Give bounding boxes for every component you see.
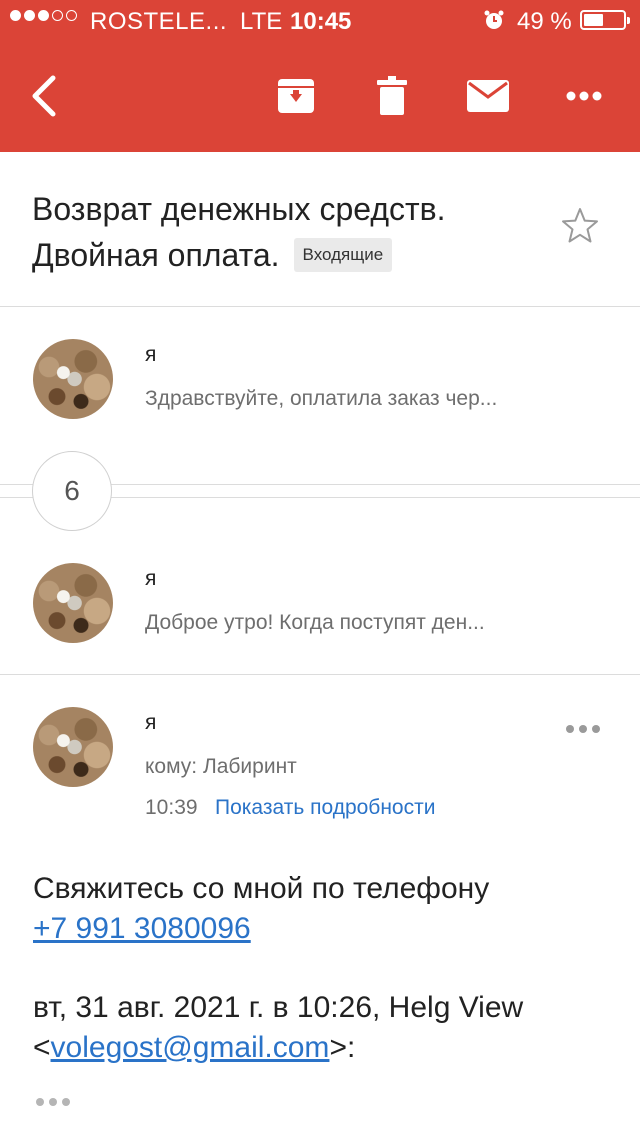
star-icon <box>562 208 598 243</box>
avatar <box>33 707 113 787</box>
battery-percentage: 49 % <box>517 8 572 35</box>
divider <box>0 306 640 307</box>
avatar <box>33 563 113 643</box>
back-icon <box>32 75 56 117</box>
show-details-link[interactable]: Показать подробности <box>215 796 435 820</box>
recipient-text: кому: Лабиринт <box>145 755 297 778</box>
collapsed-messages-count[interactable]: 6 <box>32 451 112 531</box>
body-line: Свяжитесь со мной по телефону <box>33 872 490 905</box>
message-body: Свяжитесь со мной по телефону +7 991 308… <box>33 869 623 949</box>
more-icon <box>566 725 574 733</box>
network-type: LTE <box>240 8 283 35</box>
trash-icon <box>377 76 407 115</box>
message-sender: я <box>145 343 157 366</box>
divider <box>0 674 640 675</box>
message-snippet: Доброе утро! Когда поступят ден... <box>145 611 485 634</box>
message-snippet: Здравствуйте, оплатила заказ чер... <box>145 387 498 410</box>
message-sender: я <box>145 567 157 590</box>
quote-email-prefix: < <box>33 1031 51 1064</box>
back-button[interactable] <box>14 70 74 122</box>
mark-unread-button[interactable] <box>458 70 518 122</box>
quote-header: вт, 31 авг. 2021 г. в 10:26, Helg View <… <box>33 988 623 1068</box>
quote-email-suffix: >: <box>329 1031 356 1064</box>
message-sender: я <box>145 711 157 734</box>
alarm-icon <box>483 9 505 38</box>
carrier-name: ROSTELE... <box>90 8 228 35</box>
archive-button[interactable] <box>266 70 326 122</box>
app-toolbar: ROSTELE... LTE 10:45 49 % <box>0 0 640 152</box>
status-bar: ROSTELE... LTE 10:45 49 % <box>0 0 640 40</box>
phone-link[interactable]: +7 991 3080096 <box>33 912 251 945</box>
inbox-label-chip[interactable]: Входящие <box>293 237 393 272</box>
thread-subject: Возврат денежных средств. Двойная оплата… <box>32 186 552 278</box>
signal-strength-icon <box>10 10 77 21</box>
avatar <box>33 339 113 419</box>
delete-button[interactable] <box>362 70 422 122</box>
ellipsis-icon <box>36 1098 44 1106</box>
star-button[interactable] <box>560 206 608 254</box>
more-icon <box>566 91 602 101</box>
message-time: 10:39 <box>145 796 198 819</box>
quote-header-line: вт, 31 авг. 2021 г. в 10:26, Helg View <box>33 991 524 1024</box>
archive-icon <box>278 79 314 113</box>
show-trimmed-content-button[interactable] <box>36 1098 70 1106</box>
battery-icon <box>580 10 630 30</box>
message-more-button[interactable] <box>566 725 600 733</box>
subject-line-1: Возврат денежных средств. <box>32 191 446 227</box>
status-time: 10:45 <box>290 8 352 35</box>
subject-line-2: Двойная оплата. <box>32 237 280 273</box>
more-options-button[interactable] <box>554 70 614 122</box>
mail-icon <box>467 80 509 112</box>
email-link[interactable]: volegost@gmail.com <box>51 1031 330 1064</box>
